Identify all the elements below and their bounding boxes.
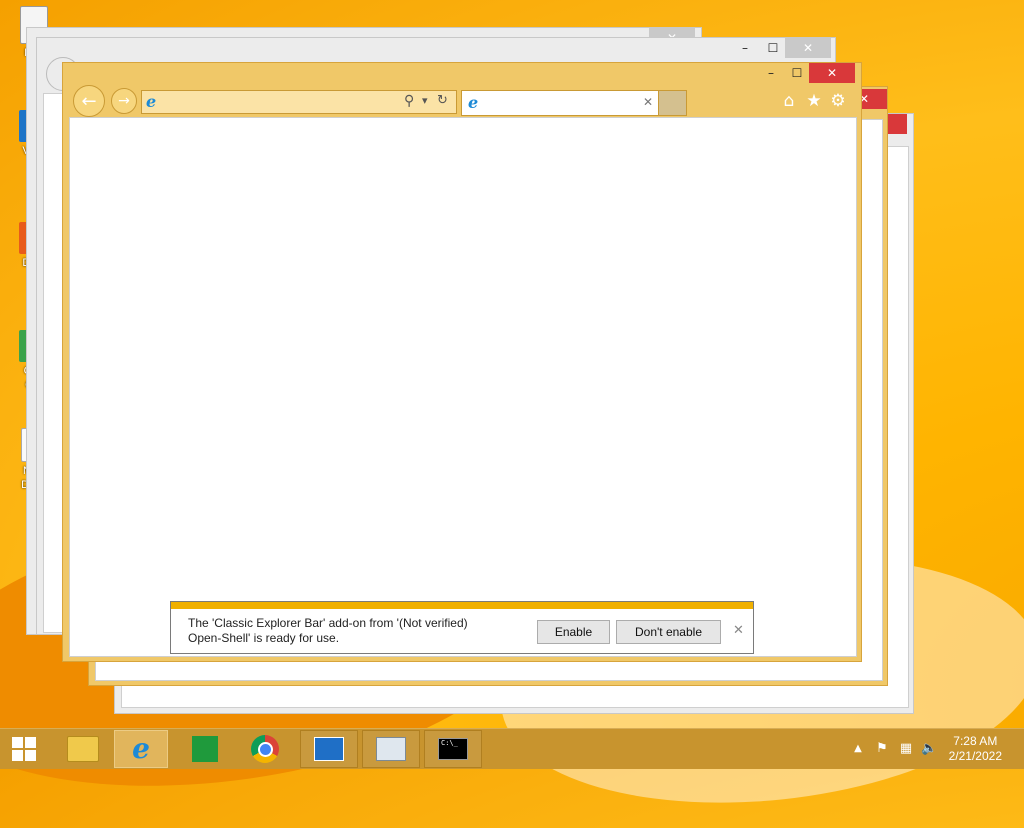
taskbar-mail[interactable]: [300, 730, 358, 768]
taskbar-command-prompt[interactable]: C:\_: [424, 730, 482, 768]
cmd-icon: C:\_: [438, 738, 468, 760]
internet-explorer-icon: e: [146, 92, 157, 111]
show-hidden-icons-icon[interactable]: ▲: [850, 741, 866, 757]
minimize-button[interactable]: –: [757, 63, 785, 83]
search-icon[interactable]: ⚲: [404, 93, 414, 109]
system-clock[interactable]: 7:28 AM 2/21/2022: [949, 734, 1002, 764]
back-arrow-icon: ←: [81, 90, 97, 112]
dont-enable-button[interactable]: Don't enable: [616, 620, 721, 644]
notification-message-line2: Open-Shell' is ready for use.: [188, 631, 340, 645]
close-button[interactable]: ✕: [785, 38, 831, 58]
close-button[interactable]: ✕: [809, 63, 855, 83]
notification-message-line1: The 'Classic Explorer Bar' add-on from '…: [188, 616, 468, 630]
start-button[interactable]: [0, 730, 48, 768]
notification-strip: [171, 602, 753, 609]
maximize-button[interactable]: ☐: [783, 63, 811, 83]
clock-time: 7:28 AM: [953, 734, 998, 748]
taskbar: e C:\_ ▲ ⚑ ▦ 🔈 7:28 AM 2/21/2022: [0, 728, 1024, 769]
mail-icon: [314, 737, 344, 761]
notification-close-icon[interactable]: ✕: [733, 623, 744, 638]
internet-explorer-window[interactable]: – ☐ ✕ ← → e ⚲ ▾ ↻ e ✕ ⌂ ★ ⚙: [62, 62, 862, 662]
internet-explorer-icon: e: [468, 93, 479, 112]
home-icon[interactable]: ⌂: [779, 91, 799, 111]
taskbar-internet-explorer[interactable]: e: [114, 730, 168, 768]
minimize-button[interactable]: –: [731, 38, 759, 58]
back-button[interactable]: ←: [73, 85, 105, 117]
network-icon[interactable]: ▦: [898, 741, 914, 757]
forward-button[interactable]: →: [111, 88, 137, 114]
chrome-icon: [251, 735, 279, 763]
enable-button[interactable]: Enable: [537, 620, 610, 644]
page-content-area[interactable]: [69, 117, 857, 657]
maximize-button[interactable]: ☐: [759, 38, 787, 58]
refresh-icon[interactable]: ↻: [437, 93, 448, 108]
address-bar[interactable]: e ⚲ ▾ ↻: [141, 90, 457, 114]
windows-store-icon: [192, 736, 218, 762]
monitor-icon: [376, 737, 406, 761]
tab-close-icon[interactable]: ✕: [643, 95, 653, 109]
settings-gear-icon[interactable]: ⚙: [828, 91, 848, 111]
notification-message: The 'Classic Explorer Bar' add-on from '…: [188, 616, 508, 646]
taskbar-performance-monitor[interactable]: [362, 730, 420, 768]
browser-tab[interactable]: e ✕: [461, 90, 659, 116]
folder-icon: [67, 736, 99, 762]
clock-date: 2/21/2022: [948, 749, 1002, 763]
taskbar-chrome[interactable]: [238, 730, 292, 768]
addon-notification-bar: The 'Classic Explorer Bar' add-on from '…: [170, 601, 754, 654]
new-tab-button[interactable]: [659, 90, 687, 116]
action-center-flag-icon[interactable]: ⚑: [874, 741, 890, 757]
volume-muted-icon[interactable]: 🔈: [921, 741, 937, 757]
taskbar-file-explorer[interactable]: [56, 730, 110, 768]
forward-arrow-icon: →: [118, 93, 130, 109]
windows-start-icon: [12, 737, 36, 761]
internet-explorer-icon: e: [132, 732, 150, 765]
favorites-star-icon[interactable]: ★: [804, 91, 824, 111]
taskbar-store[interactable]: [178, 730, 232, 768]
dropdown-icon[interactable]: ▾: [422, 94, 428, 107]
